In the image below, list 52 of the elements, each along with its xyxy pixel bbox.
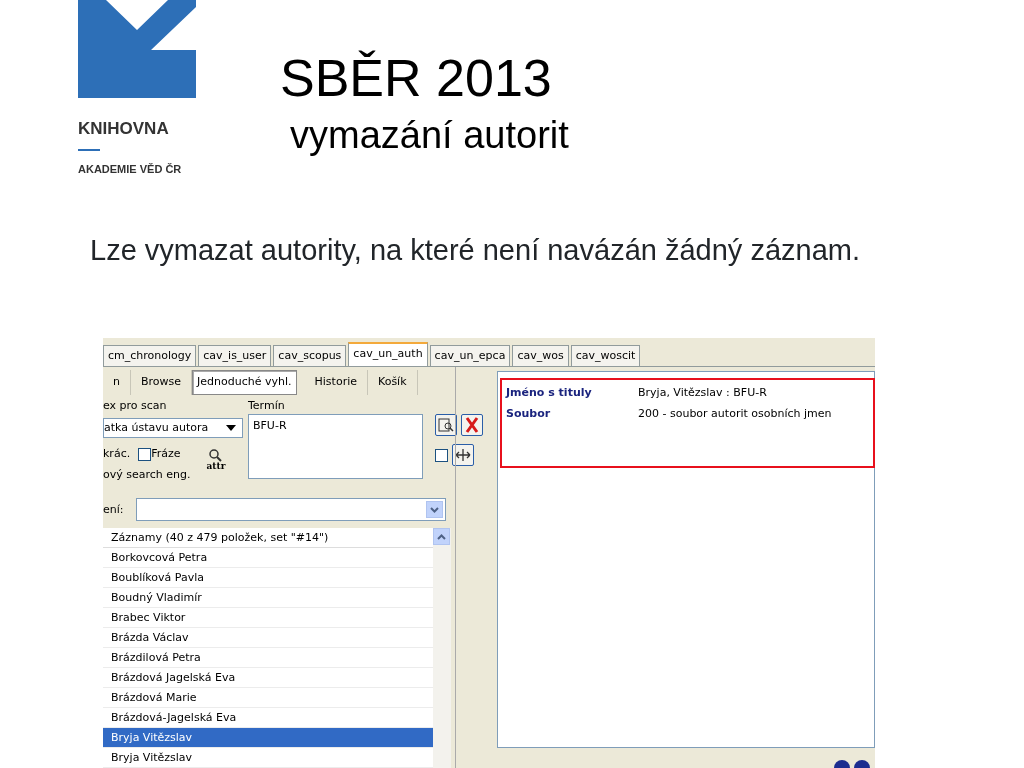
option-label: krác.	[103, 446, 131, 463]
tab[interactable]: cav_scopus	[273, 345, 347, 366]
logo-subtitle: AKADEMIE VĚD ČR	[78, 162, 183, 177]
checkbox[interactable]	[435, 448, 448, 462]
close-icon	[465, 417, 479, 434]
list-item[interactable]: Brázdová Marie	[103, 688, 433, 708]
field-label: ex pro scan	[103, 397, 168, 414]
tab[interactable]: cav_wos	[512, 345, 569, 366]
tab[interactable]: cm_chronology	[103, 345, 197, 366]
list-item[interactable]: Bryja Vitězslav	[103, 728, 433, 748]
tab[interactable]: cav_is_user	[198, 345, 272, 366]
tab[interactable]: cav_un_epca	[429, 345, 511, 366]
tab[interactable]: n	[103, 370, 131, 395]
sort-dropdown[interactable]	[135, 498, 446, 522]
list-item[interactable]: Brabec Viktor	[103, 608, 433, 628]
tab[interactable]: cav_woscit	[570, 345, 641, 366]
tab[interactable]: Jednoduché vyhl.	[192, 370, 297, 395]
nav-buttons-icon[interactable]	[833, 758, 871, 768]
preview-search-button[interactable]	[435, 414, 457, 437]
field-label: Soubor	[506, 406, 552, 422]
resize-button[interactable]	[452, 444, 474, 467]
slide-title: SBĚR 2013	[280, 50, 553, 108]
list-item[interactable]: Bryja Vitězslav	[103, 748, 433, 768]
field-label: ení:	[103, 501, 124, 518]
option-label: ový search eng.	[103, 466, 191, 483]
slide-subtitle: vymazání autorit	[290, 113, 569, 159]
field-value: Bryja, Vitězslav : BFU-R	[638, 385, 767, 401]
phrase-checkbox[interactable]: Fráze	[138, 446, 181, 463]
attr-search-button[interactable]: attr	[206, 448, 226, 471]
field-value: 200 - soubor autorit osobních jmen	[638, 406, 832, 422]
horizontal-arrows-icon	[455, 448, 471, 463]
tab[interactable]: Historie	[304, 370, 368, 395]
clear-button[interactable]	[461, 414, 483, 437]
magnifier-icon	[209, 448, 223, 462]
list-item[interactable]: Boudný Vladimír	[103, 588, 433, 608]
term-field[interactable]: BFU-R	[248, 414, 423, 480]
logo-k-icon	[78, 0, 196, 98]
scroll-up-icon[interactable]	[433, 528, 450, 545]
tab[interactable]: Košík	[368, 370, 418, 395]
list-item[interactable]: Brázda Václav	[103, 628, 433, 648]
list-item[interactable]: Borkovcová Petra	[103, 548, 433, 568]
field-label: Termín	[248, 397, 286, 414]
index-dropdown[interactable]: atka ústavu autora	[103, 418, 243, 439]
dropdown-arrow-icon	[226, 425, 236, 432]
list-item[interactable]: Boublíková Pavla	[103, 568, 433, 588]
logo-name: KNIHOVNA	[78, 120, 170, 137]
field-label: Jméno s tituly	[506, 385, 593, 401]
list-item[interactable]: Brázdová Jagelská Eva	[103, 668, 433, 688]
bullet-text: Lze vymazat autority, na které není navázán žádný záznam.	[90, 233, 861, 268]
page-magnifier-icon	[438, 418, 454, 433]
tab[interactable]: cav_un_auth	[348, 342, 428, 366]
list-item[interactable]: Brázdilová Petra	[103, 648, 433, 668]
